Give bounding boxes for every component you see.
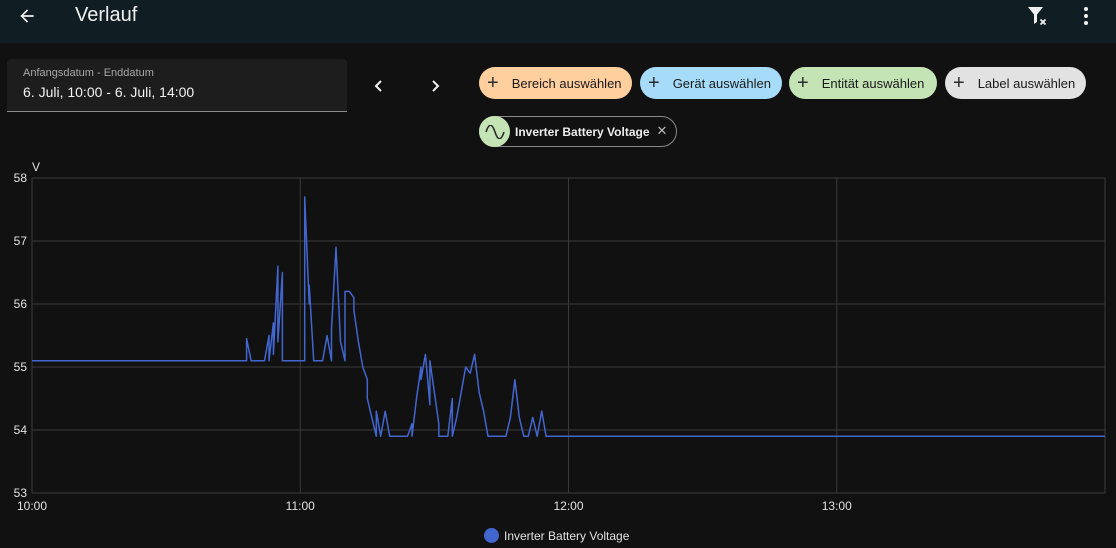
- y-unit-label: V: [32, 160, 40, 174]
- app-header: Verlauf: [0, 0, 1116, 43]
- chart-legend-item[interactable]: Inverter Battery Voltage: [484, 528, 629, 543]
- select-label-label: Label auswählen: [977, 75, 1076, 91]
- y-tick-label: 58: [14, 171, 28, 185]
- next-range-button[interactable]: [419, 70, 451, 102]
- clear-filter-button[interactable]: [1022, 2, 1052, 30]
- select-device-label: Gerät auswählen: [672, 75, 771, 91]
- y-tick-label: 54: [14, 423, 28, 437]
- y-tick-label: 53: [14, 486, 28, 500]
- select-device-chip[interactable]: + Gerät auswählen: [640, 67, 782, 99]
- plus-icon: +: [487, 72, 499, 94]
- sine-wave-icon: [479, 116, 510, 147]
- more-menu-button[interactable]: [1073, 2, 1099, 30]
- chevron-left-icon: [374, 80, 382, 92]
- x-tick-label: 12:00: [553, 499, 583, 513]
- x-tick-label: 11:00: [286, 499, 315, 513]
- selected-entity-chip[interactable]: Inverter Battery Voltage ✕: [479, 116, 677, 147]
- chevron-right-icon: [432, 80, 440, 92]
- select-area-label: Bereich auswählen: [511, 75, 622, 91]
- select-entity-label: Entität auswählen: [821, 75, 925, 91]
- arrow-left-icon: [20, 9, 34, 23]
- dots-vertical-icon: [1084, 7, 1088, 25]
- y-tick-label: 55: [14, 360, 28, 374]
- date-range-picker[interactable]: Anfangsdatum - Enddatum 6. Juli, 10:00 -…: [7, 59, 347, 112]
- history-chart: 58 57 56 55 54 53 10:00 11:00 12:00 13:00 V: [0, 155, 1116, 548]
- x-tick-label: 13:00: [822, 499, 852, 513]
- plus-icon: +: [648, 72, 660, 94]
- date-range-label: Anfangsdatum - Enddatum: [23, 67, 154, 79]
- legend-color-dot: [484, 528, 499, 543]
- filter-remove-icon: [1028, 7, 1047, 26]
- selected-entity-name: Inverter Battery Voltage: [515, 124, 650, 139]
- x-tick-label: 10:00: [17, 499, 47, 513]
- plus-icon: +: [953, 72, 965, 94]
- y-tick-label: 56: [14, 297, 28, 311]
- select-entity-chip[interactable]: + Entität auswählen: [789, 67, 937, 99]
- date-range-value: 6. Juli, 10:00 - 6. Juli, 14:00: [23, 84, 195, 100]
- legend-label: Inverter Battery Voltage: [504, 528, 630, 543]
- y-tick-label: 57: [14, 234, 28, 248]
- remove-entity-button[interactable]: ✕: [654, 123, 670, 139]
- select-area-chip[interactable]: + Bereich auswählen: [479, 67, 632, 99]
- select-label-chip[interactable]: + Label auswählen: [945, 67, 1086, 99]
- page-title: Verlauf: [75, 4, 138, 26]
- line-chart: 58 57 56 55 54 5310:00 11:00 12:00 13:00 V: [14, 160, 1106, 513]
- plus-icon: +: [797, 72, 809, 94]
- back-button[interactable]: [12, 2, 42, 30]
- previous-range-button[interactable]: [363, 70, 395, 102]
